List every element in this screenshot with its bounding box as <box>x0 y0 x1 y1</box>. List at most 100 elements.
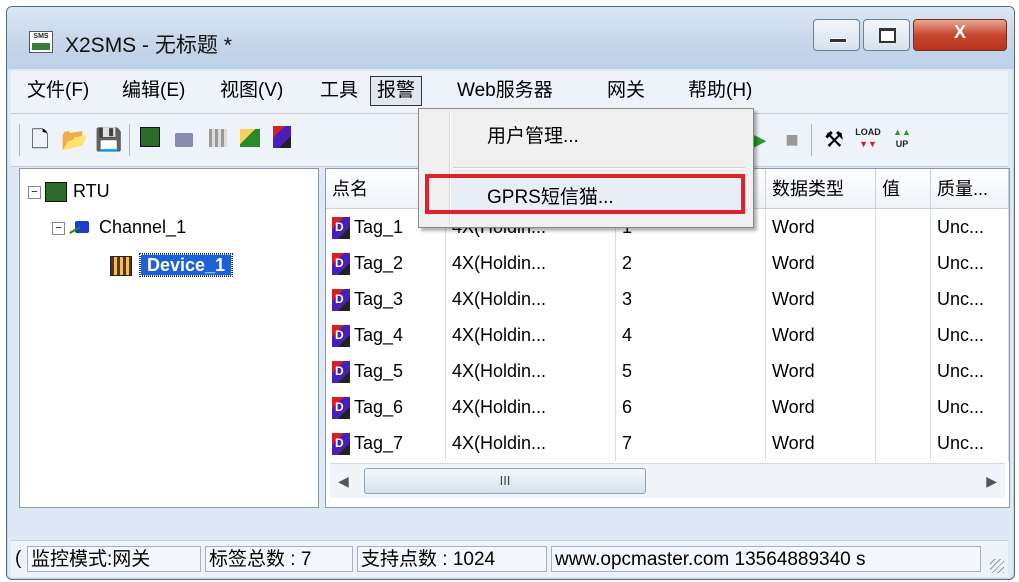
cell-name: Tag_6 <box>326 389 446 425</box>
app-window: SMS X2SMS - 无标题 * X 文件(F) 编辑(E) 视图(V) 工具… <box>6 6 1015 580</box>
cell-addr: 4X(Holdin... <box>446 425 616 461</box>
table-row[interactable]: Tag_34X(Holdin...3Word Unc... <box>326 281 1009 317</box>
cell-addr: 4X(Holdin... <box>446 389 616 425</box>
tag-icon <box>332 361 350 384</box>
table-row[interactable]: Tag_54X(Holdin...5Word Unc... <box>326 353 1009 389</box>
cell-name: Tag_5 <box>326 353 446 389</box>
cell-name: Tag_3 <box>326 281 446 317</box>
tree-node-device[interactable]: Device_1 <box>110 251 234 279</box>
cell-value <box>876 389 931 425</box>
tag-icon <box>332 289 350 312</box>
tag-icon <box>332 217 350 240</box>
tree-node-rtu[interactable]: − RTU <box>28 177 110 205</box>
cell-addr: 4X(Holdin... <box>446 245 616 281</box>
sms-app-icon: SMS <box>29 31 53 53</box>
upload-icon[interactable]: ▲▲ UP <box>889 126 915 154</box>
col-header-value[interactable]: 值 <box>876 169 931 209</box>
minimize-button[interactable] <box>813 19 860 51</box>
window-title: X2SMS - 无标题 * <box>65 34 232 57</box>
cell-type: Word <box>766 317 876 353</box>
table-row[interactable]: Tag_44X(Holdin...4Word Unc... <box>326 317 1009 353</box>
table-row[interactable]: Tag_24X(Holdin...2Word Unc... <box>326 245 1009 281</box>
cell-index: 5 <box>616 353 766 389</box>
stop-icon[interactable]: ■ <box>779 126 805 154</box>
col-header-type[interactable]: 数据类型 <box>766 169 876 209</box>
table-row[interactable]: Tag_74X(Holdin...7Word Unc... <box>326 425 1009 461</box>
highlight-annotation <box>425 174 745 214</box>
cell-quality: Unc... <box>931 317 1009 353</box>
cell-quality: Unc... <box>931 209 1009 245</box>
cell-type: Word <box>766 245 876 281</box>
horizontal-scrollbar[interactable]: ◀ III ▶ <box>330 463 1005 498</box>
menu-web-server[interactable]: Web服务器 <box>451 77 559 105</box>
new-file-icon[interactable]: 🗋 <box>27 126 53 154</box>
menu-view[interactable]: 视图(V) <box>214 77 289 105</box>
cell-index: 3 <box>616 281 766 317</box>
menu-alarm[interactable]: 报警 <box>370 76 423 106</box>
cell-value <box>876 281 931 317</box>
tag-icon <box>332 397 350 420</box>
cell-addr: 4X(Holdin... <box>446 281 616 317</box>
menu-help[interactable]: 帮助(H) <box>682 77 758 105</box>
cell-value <box>876 425 931 461</box>
cell-quality: Unc... <box>931 425 1009 461</box>
tag-icon <box>332 433 350 456</box>
cell-type: Word <box>766 389 876 425</box>
status-site: www.opcmaster.com 13564889340 s <box>551 546 981 572</box>
status-bar: ( 监控模式:网关 标签总数 : 7 支持点数 : 1024 www.opcma… <box>11 540 1008 577</box>
cell-name: Tag_2 <box>326 245 446 281</box>
cell-name: Tag_4 <box>326 317 446 353</box>
channel-icon <box>69 219 93 237</box>
resize-grip[interactable] <box>990 559 1004 573</box>
channel-icon[interactable] <box>171 126 197 154</box>
status-support: 支持点数 : 1024 <box>357 546 547 572</box>
maximize-icon <box>879 28 896 43</box>
scroll-thumb[interactable]: III <box>364 468 646 494</box>
tree-node-channel[interactable]: − Channel_1 <box>52 213 186 241</box>
cell-quality: Unc... <box>931 281 1009 317</box>
maximize-button[interactable] <box>863 19 910 51</box>
scroll-left-icon[interactable]: ◀ <box>338 473 349 490</box>
cell-quality: Unc... <box>931 353 1009 389</box>
rtu-icon[interactable] <box>137 126 163 154</box>
cell-value <box>876 245 931 281</box>
menu-tools[interactable]: 工具 <box>314 77 364 105</box>
cell-type: Word <box>766 425 876 461</box>
open-folder-icon[interactable]: 📂 <box>61 126 88 154</box>
load-icon[interactable]: LOAD ▼▼ <box>855 126 881 154</box>
table-row[interactable]: Tag_64X(Holdin...6Word Unc... <box>326 389 1009 425</box>
col-header-quality[interactable]: 质量... <box>931 169 1009 209</box>
cell-index: 2 <box>616 245 766 281</box>
add-tag-icon[interactable] <box>269 126 295 154</box>
cell-type: Word <box>766 209 876 245</box>
tools-icon[interactable]: ⚒ <box>821 126 847 154</box>
scroll-right-icon[interactable]: ▶ <box>986 473 997 490</box>
cell-addr: 4X(Holdin... <box>446 317 616 353</box>
status-tag-count: 标签总数 : 7 <box>205 546 353 572</box>
save-icon[interactable]: 💾 <box>95 126 122 154</box>
device-icon <box>110 256 132 277</box>
tag-icon <box>332 325 350 348</box>
cell-quality: Unc... <box>931 245 1009 281</box>
close-icon: X <box>953 22 966 42</box>
cell-value <box>876 317 931 353</box>
cell-index: 4 <box>616 317 766 353</box>
cell-addr: 4X(Holdin... <box>446 353 616 389</box>
menu-user-management[interactable]: 用户管理... <box>451 119 741 155</box>
title-bar[interactable]: SMS X2SMS - 无标题 * X <box>7 7 1014 69</box>
collapse-icon[interactable]: − <box>52 221 65 235</box>
menu-gateway[interactable]: 网关 <box>601 77 651 105</box>
device-icon[interactable] <box>205 126 231 154</box>
close-button[interactable]: X <box>913 19 1007 51</box>
cell-index: 7 <box>616 425 766 461</box>
add-device-icon[interactable] <box>237 126 263 154</box>
cell-type: Word <box>766 281 876 317</box>
menu-file[interactable]: 文件(F) <box>21 77 95 105</box>
menu-edit[interactable]: 编辑(E) <box>116 77 191 105</box>
collapse-icon[interactable]: − <box>28 185 41 199</box>
cell-name: Tag_7 <box>326 425 446 461</box>
cell-value <box>876 353 931 389</box>
tag-icon <box>332 253 350 276</box>
device-tree: − RTU − Channel_1 Device_1 <box>19 168 319 508</box>
cell-index: 6 <box>616 389 766 425</box>
